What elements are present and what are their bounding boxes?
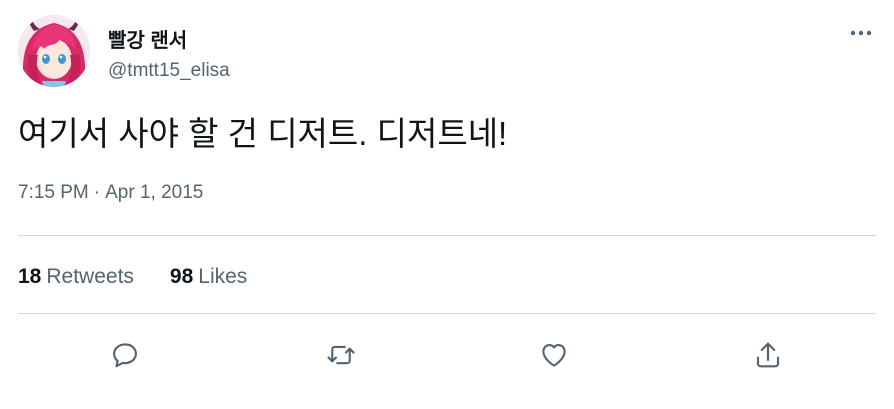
- tweet-detail: 빨강 랜서 @tmtt15_elisa 여기서 사야 할 건 디저트. 디저트네…: [0, 0, 894, 409]
- tweet-stats: 18 Retweets 98 Likes: [18, 265, 247, 289]
- retweets-stat-link[interactable]: 18 Retweets: [18, 265, 134, 289]
- author-display-name[interactable]: 빨강 랜서: [108, 24, 187, 53]
- share-icon: [756, 342, 780, 368]
- avatar[interactable]: [18, 15, 90, 87]
- like-button[interactable]: [535, 336, 573, 374]
- reply-icon: [113, 343, 137, 368]
- tweet-meta: 7:15 PM · Apr 1, 2015: [18, 182, 203, 204]
- author-handle[interactable]: @tmtt15_elisa: [108, 60, 230, 82]
- likes-label: Likes: [198, 265, 248, 288]
- retweets-count: 18: [18, 265, 42, 288]
- meta-separator: ·: [93, 182, 101, 203]
- avatar-image: [18, 15, 90, 87]
- retweet-icon: [327, 345, 355, 365]
- more-options-button[interactable]: [846, 20, 876, 46]
- more-dots-icon: [850, 30, 872, 36]
- tweet-date[interactable]: Apr 1, 2015: [105, 182, 203, 203]
- action-bar: [0, 336, 894, 374]
- tweet-text: 여기서 사야 할 건 디저트. 디저트네!: [18, 115, 508, 152]
- divider: [18, 235, 876, 236]
- tweet-time[interactable]: 7:15 PM: [18, 182, 89, 203]
- retweets-label: Retweets: [46, 265, 134, 288]
- share-button[interactable]: [749, 336, 787, 374]
- heart-icon: [542, 343, 566, 367]
- likes-count: 98: [169, 265, 194, 288]
- likes-stat-link[interactable]: 98 Likes: [170, 265, 247, 289]
- retweet-button[interactable]: [322, 336, 360, 374]
- reply-button[interactable]: [106, 336, 144, 374]
- divider: [18, 313, 876, 314]
